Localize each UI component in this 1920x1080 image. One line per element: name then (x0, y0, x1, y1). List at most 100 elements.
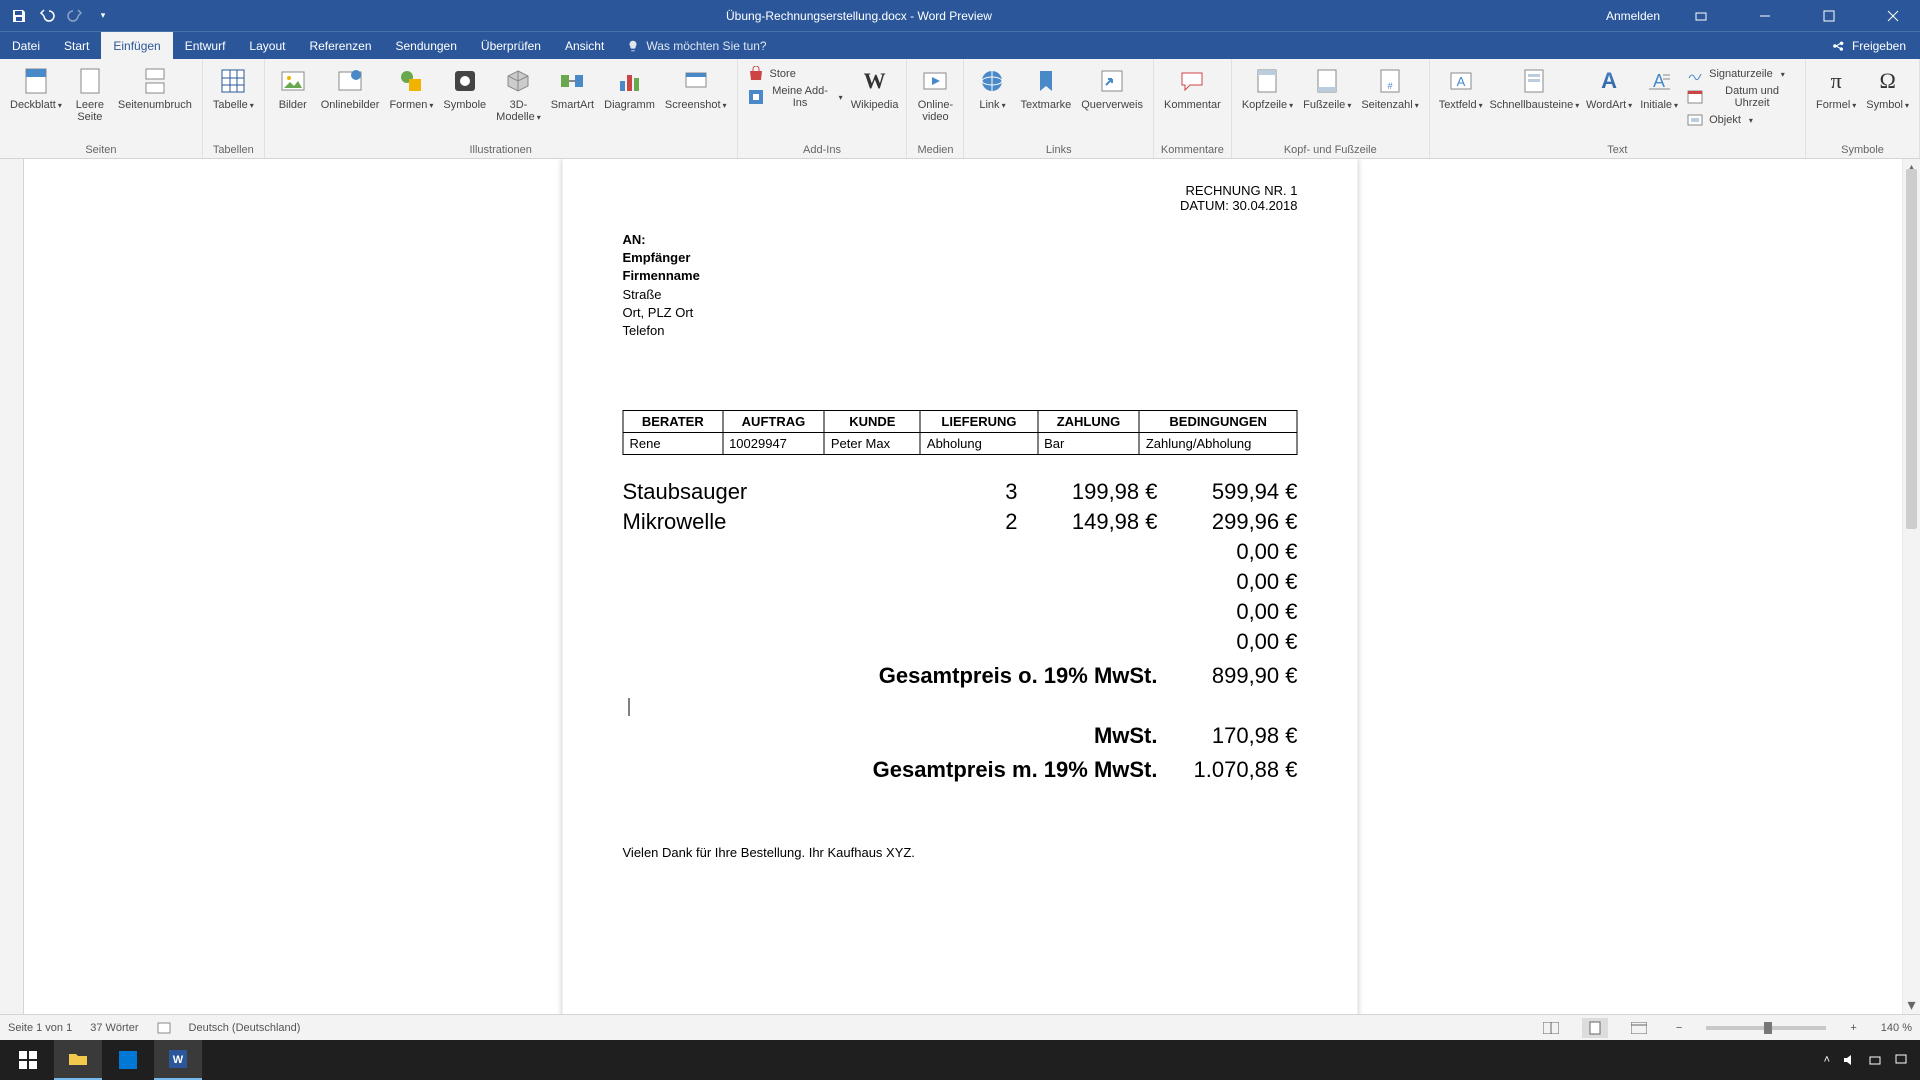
status-language[interactable]: Deutsch (Deutschland) (189, 1022, 301, 1034)
titlebar: ▾ Übung-Rechnungserstellung.docx - Word … (0, 0, 1920, 31)
seitenumbruch-button[interactable]: Seitenumbruch (114, 63, 196, 113)
group-text: Text (1436, 144, 1799, 158)
formen-button[interactable]: Formen▾ (385, 63, 437, 114)
status-page[interactable]: Seite 1 von 1 (8, 1022, 72, 1034)
svg-text:A: A (1653, 71, 1665, 91)
invoice-number: RECHNUNG NR. 1 (623, 183, 1298, 198)
datum-uhrzeit-button[interactable]: Datum und Uhrzeit (1683, 86, 1799, 108)
zoom-level[interactable]: 140 % (1881, 1022, 1912, 1034)
tab-layout[interactable]: Layout (237, 32, 297, 60)
schnellbausteine-button[interactable]: Schnellbausteine▾ (1488, 63, 1582, 114)
status-proofing-icon[interactable] (157, 1021, 171, 1035)
kommentar-button[interactable]: Kommentar (1160, 63, 1225, 113)
tab-referenzen[interactable]: Referenzen (297, 32, 383, 60)
tab-start[interactable]: Start (52, 32, 101, 60)
seitenzahl-button[interactable]: #Seitenzahl▾ (1357, 63, 1422, 114)
link-button[interactable]: Link▾ (970, 63, 1014, 114)
tab-ueberpruefen[interactable]: Überprüfen (469, 32, 553, 60)
deckblatt-button[interactable]: Deckblatt▾ (6, 63, 66, 114)
maximize-button[interactable] (1806, 0, 1852, 31)
addr-an: AN: (623, 231, 1298, 249)
sum-gross-row: Gesamtpreis m. 19% MwSt.1.070,88 € (623, 751, 1298, 785)
document-page[interactable]: RECHNUNG NR. 1 DATUM: 30.04.2018 AN: Emp… (563, 159, 1358, 1014)
zoom-out-button[interactable]: − (1670, 1022, 1688, 1034)
start-menu-button[interactable] (4, 1040, 52, 1080)
redo-icon[interactable] (66, 7, 84, 25)
bilder-button[interactable]: Bilder (271, 63, 315, 113)
3d-modelle-button[interactable]: 3D- Modelle▾ (492, 63, 545, 126)
tab-sendungen[interactable]: Sendungen (384, 32, 469, 60)
sum-net-row: Gesamtpreis o. 19% MwSt.899,90 € (623, 657, 1298, 691)
group-seiten: Seiten (6, 144, 196, 158)
tray-network-icon[interactable] (1868, 1053, 1882, 1067)
close-button[interactable] (1870, 0, 1916, 31)
item-row: Staubsauger3199,98 €599,94 € (623, 477, 1298, 507)
objekt-button[interactable]: Objekt▾ (1683, 109, 1799, 131)
screenshot-button[interactable]: Screenshot▾ (661, 63, 731, 114)
tray-notifications-icon[interactable] (1894, 1053, 1908, 1067)
taskbar: W ˄ (0, 1040, 1920, 1080)
tab-ansicht[interactable]: Ansicht (553, 32, 616, 60)
svg-text:W: W (173, 1054, 184, 1066)
tray-volume-icon[interactable] (1842, 1053, 1856, 1067)
window-title: Übung-Rechnungserstellung.docx - Word Pr… (112, 9, 1606, 23)
undo-icon[interactable] (38, 7, 56, 25)
minimize-button[interactable] (1742, 0, 1788, 31)
share-button[interactable]: Freigeben (1818, 39, 1920, 53)
zoom-slider[interactable] (1706, 1026, 1826, 1030)
symbol-button[interactable]: ΩSymbol▾ (1862, 63, 1913, 114)
fusszeile-button[interactable]: Fußzeile▾ (1299, 63, 1355, 114)
textfeld-button[interactable]: ATextfeld▾ (1436, 63, 1486, 114)
taskbar-app[interactable] (104, 1040, 152, 1080)
group-links: Links (970, 144, 1147, 158)
addr-ort: Ort, PLZ Ort (623, 304, 1298, 322)
taskbar-word[interactable]: W (154, 1040, 202, 1080)
addr-empfaenger: Empfänger (623, 249, 1298, 267)
diagramm-button[interactable]: Diagramm (600, 63, 659, 113)
onlinevideo-button[interactable]: Online- video (913, 63, 957, 125)
kopfzeile-button[interactable]: Kopfzeile▾ (1238, 63, 1297, 114)
store-button[interactable]: Store (744, 63, 847, 85)
invoice-date: DATUM: 30.04.2018 (623, 198, 1298, 213)
group-addins: Add-Ins (744, 144, 901, 158)
item-row: 0,00 € (623, 567, 1298, 597)
qat-customize-icon[interactable]: ▾ (94, 7, 112, 25)
smartart-button[interactable]: SmartArt (547, 63, 598, 113)
ribbon-display-options-icon[interactable] (1678, 0, 1724, 31)
tab-datei[interactable]: Datei (0, 32, 52, 60)
view-print-layout[interactable] (1582, 1018, 1608, 1038)
textmarke-button[interactable]: Textmarke (1016, 63, 1075, 113)
scroll-thumb[interactable] (1906, 169, 1917, 529)
statusbar: Seite 1 von 1 37 Wörter Deutsch (Deutsch… (0, 1014, 1920, 1040)
status-words[interactable]: 37 Wörter (90, 1022, 138, 1034)
meta-data-row: Rene 10029947 Peter Max Abholung Bar Zah… (623, 433, 1297, 455)
view-web-layout[interactable] (1626, 1018, 1652, 1038)
tray-chevron-icon[interactable]: ˄ (1824, 1054, 1830, 1066)
tab-einfuegen[interactable]: Einfügen (101, 32, 172, 60)
group-medien: Medien (913, 144, 957, 158)
vertical-scrollbar[interactable]: ▴ ▾ (1902, 159, 1920, 1014)
symbole-ico-button[interactable]: Symbole (439, 63, 490, 113)
signaturzeile-button[interactable]: Signaturzeile▾ (1683, 63, 1799, 85)
tellme-search[interactable]: Was möchten Sie tun? (626, 39, 766, 53)
leere-seite-button[interactable]: Leere Seite (68, 63, 112, 125)
tabelle-button[interactable]: Tabelle▾ (209, 63, 258, 114)
wordart-button[interactable]: AWordArt▾ (1583, 63, 1635, 114)
zoom-in-button[interactable]: + (1844, 1022, 1862, 1034)
wikipedia-button[interactable]: WWikipedia (849, 63, 901, 113)
meine-addins-button[interactable]: Meine Add-Ins▾ (744, 86, 847, 108)
tab-entwurf[interactable]: Entwurf (173, 32, 238, 60)
text-cursor (629, 698, 630, 716)
thanks-text: Vielen Dank für Ihre Bestellung. Ihr Kau… (623, 845, 1298, 860)
taskbar-file-explorer[interactable] (54, 1040, 102, 1080)
scroll-down-icon[interactable]: ▾ (1903, 996, 1920, 1014)
querverweis-button[interactable]: Querverweis (1077, 63, 1147, 113)
item-row: Mikrowelle2149,98 €299,96 € (623, 507, 1298, 537)
initiale-button[interactable]: AInitiale▾ (1637, 63, 1681, 114)
svg-text:#: # (1388, 81, 1393, 91)
formel-button[interactable]: πFormel▾ (1812, 63, 1860, 114)
save-icon[interactable] (10, 7, 28, 25)
signin-link[interactable]: Anmelden (1606, 9, 1660, 23)
view-read-mode[interactable] (1538, 1018, 1564, 1038)
onlinebilder-button[interactable]: Onlinebilder (317, 63, 384, 113)
